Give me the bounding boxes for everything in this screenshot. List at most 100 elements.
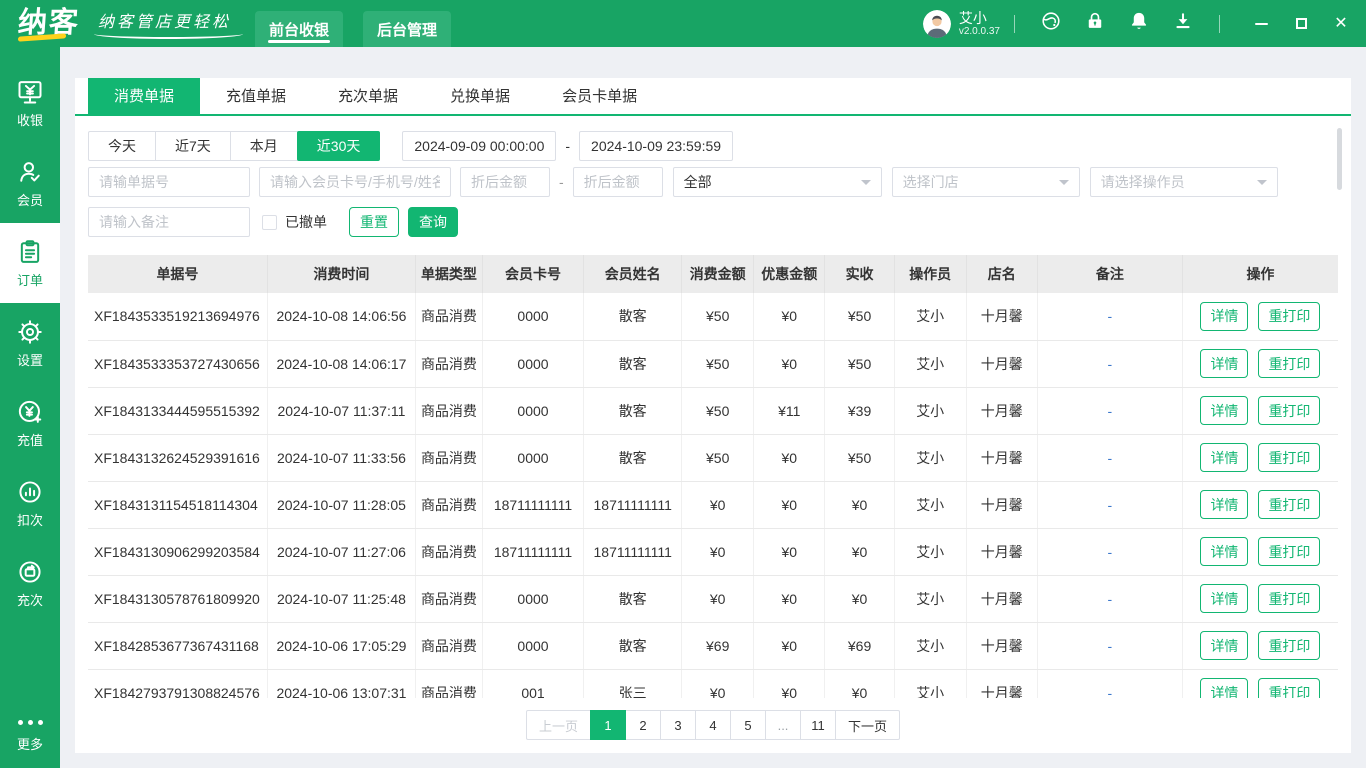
orders-panel: 消费单据充值单据充次单据兑换单据会员卡单据 今天近7天本月近30天 - - 全部	[75, 78, 1351, 753]
recharge-icon	[16, 398, 44, 426]
cell-name: 18711111111	[583, 528, 683, 576]
cell-discount: ¥0	[753, 669, 826, 698]
scrollbar-thumb[interactable]	[1337, 128, 1342, 190]
row-reprint-button[interactable]: 重打印	[1258, 349, 1321, 378]
page-button-5[interactable]: 5	[730, 710, 766, 740]
prev-page-button[interactable]: 上一页	[525, 710, 591, 740]
row-detail-button[interactable]: 详情	[1200, 584, 1249, 613]
date-from-input[interactable]	[402, 131, 557, 161]
row-reprint-button[interactable]: 重打印	[1258, 443, 1321, 472]
tab-recharge[interactable]: 充值单据	[200, 78, 312, 114]
cell-type: 商品消费	[415, 481, 483, 529]
quick-range-month[interactable]: 本月	[229, 131, 298, 161]
deduct-icon	[16, 478, 44, 506]
table-row: XF1843533519213694976 2024-10-08 14:06:56…	[88, 293, 1338, 341]
row-reprint-button[interactable]: 重打印	[1258, 631, 1321, 660]
cell-remark: -	[1037, 622, 1183, 670]
row-detail-button[interactable]: 详情	[1200, 678, 1249, 698]
maximize-button[interactable]	[1288, 11, 1314, 37]
column-header-paid: 实收	[824, 255, 895, 293]
sidebar-item-cashier[interactable]: 收银	[0, 63, 60, 143]
tab-refill[interactable]: 充次单据	[312, 78, 424, 114]
cell-paid: ¥0	[824, 575, 895, 623]
store-select[interactable]: 选择门店	[891, 167, 1080, 197]
sidebar-item-recharge[interactable]: 充值	[0, 383, 60, 463]
cancelled-checkbox[interactable]	[262, 214, 277, 230]
cell-store: 十月馨	[966, 575, 1038, 623]
reset-button[interactable]: 重置	[349, 207, 399, 237]
amount-min-input[interactable]	[460, 167, 550, 197]
close-button[interactable]: ✕	[1328, 11, 1354, 37]
cell-actions: 详情 重打印	[1182, 528, 1338, 576]
cell-card: 0000	[482, 434, 585, 482]
search-button[interactable]: 查询	[408, 207, 458, 237]
cell-amount: ¥50	[681, 340, 755, 388]
page-button-11[interactable]: 11	[800, 710, 836, 740]
row-detail-button[interactable]: 详情	[1200, 537, 1249, 566]
cell-store: 十月馨	[966, 293, 1038, 341]
row-reprint-button[interactable]: 重打印	[1258, 584, 1321, 613]
cell-name: 18711111111	[583, 481, 683, 529]
cell-operator: 艾小	[894, 340, 967, 388]
row-detail-button[interactable]: 详情	[1200, 396, 1249, 425]
topbar: 纳客 纳客管店更轻松 前台收银 后台管理 艾小 v2.0.0.37 ✕	[0, 0, 1366, 47]
topbar-right: 艾小 v2.0.0.37 ✕	[922, 9, 1354, 38]
row-reprint-button[interactable]: 重打印	[1258, 678, 1321, 698]
quick-range-today[interactable]: 今天	[88, 131, 156, 161]
sidebar-item-refill[interactable]: 充次	[0, 543, 60, 623]
quick-range-30days[interactable]: 近30天	[296, 131, 381, 161]
quick-range-7days[interactable]: 近7天	[155, 131, 231, 161]
remark-input[interactable]	[88, 207, 250, 237]
topbar-tab-backend-admin[interactable]: 后台管理	[363, 11, 452, 47]
download-icon[interactable]	[1172, 10, 1194, 32]
amount-max-input[interactable]	[572, 167, 663, 197]
operator-select[interactable]: 请选择操作员	[1089, 167, 1278, 197]
next-page-button[interactable]: 下一页	[835, 710, 901, 740]
date-to-input[interactable]	[579, 131, 734, 161]
row-detail-button[interactable]: 详情	[1200, 349, 1249, 378]
row-detail-button[interactable]: 详情	[1200, 490, 1249, 519]
avatar[interactable]	[922, 9, 951, 38]
sidebar-item-member[interactable]: 会员	[0, 143, 60, 223]
tab-member-card[interactable]: 会员卡单据	[536, 78, 663, 114]
row-reprint-button[interactable]: 重打印	[1258, 537, 1321, 566]
page-button-2[interactable]: 2	[625, 710, 661, 740]
row-reprint-button[interactable]: 重打印	[1258, 301, 1321, 331]
cell-remark: -	[1037, 575, 1183, 623]
app-logo: 纳客	[17, 7, 81, 42]
minimize-button[interactable]	[1248, 11, 1274, 37]
cell-time: 2024-10-06 17:05:29	[267, 622, 417, 670]
page-button-1[interactable]: 1	[590, 710, 626, 740]
row-detail-button[interactable]: 详情	[1200, 631, 1249, 660]
row-detail-button[interactable]: 详情	[1200, 443, 1249, 472]
cell-remark: -	[1037, 387, 1183, 435]
cell-paid: ¥0	[824, 669, 895, 698]
row-reprint-button[interactable]: 重打印	[1258, 490, 1321, 519]
cell-card: 0000	[482, 340, 585, 388]
column-header-store: 店名	[966, 255, 1038, 293]
type-select[interactable]: 全部	[672, 167, 882, 197]
tab-exchange[interactable]: 兑换单据	[424, 78, 536, 114]
sidebar-item-order[interactable]: 订单	[0, 223, 60, 303]
sidebar-item-deduct[interactable]: 扣次	[0, 463, 60, 543]
cancelled-label[interactable]: 已撤单	[285, 212, 327, 232]
cell-name: 散客	[583, 434, 683, 482]
member-search-input[interactable]	[259, 167, 451, 197]
tab-consume[interactable]: 消费单据	[88, 78, 201, 114]
row-detail-button[interactable]: 详情	[1200, 301, 1249, 331]
row-reprint-button[interactable]: 重打印	[1258, 396, 1321, 425]
sidebar-item-more[interactable]: 更多	[0, 708, 60, 760]
page-button-4[interactable]: 4	[695, 710, 731, 740]
cell-discount: ¥0	[753, 575, 826, 623]
bell-icon[interactable]	[1128, 10, 1150, 32]
page-button-3[interactable]: 3	[660, 710, 696, 740]
topbar-tab-front-cashier[interactable]: 前台收银	[255, 11, 344, 47]
service-icon[interactable]	[1040, 10, 1062, 32]
page-ellipsis[interactable]: ...	[765, 710, 801, 740]
order-no-input[interactable]	[88, 167, 250, 197]
cell-paid: ¥50	[824, 434, 895, 482]
sidebar-item-settings[interactable]: 设置	[0, 303, 60, 383]
cell-store: 十月馨	[966, 387, 1038, 435]
sidebar-item-label: 更多	[16, 736, 43, 752]
lock-icon[interactable]	[1084, 10, 1106, 32]
